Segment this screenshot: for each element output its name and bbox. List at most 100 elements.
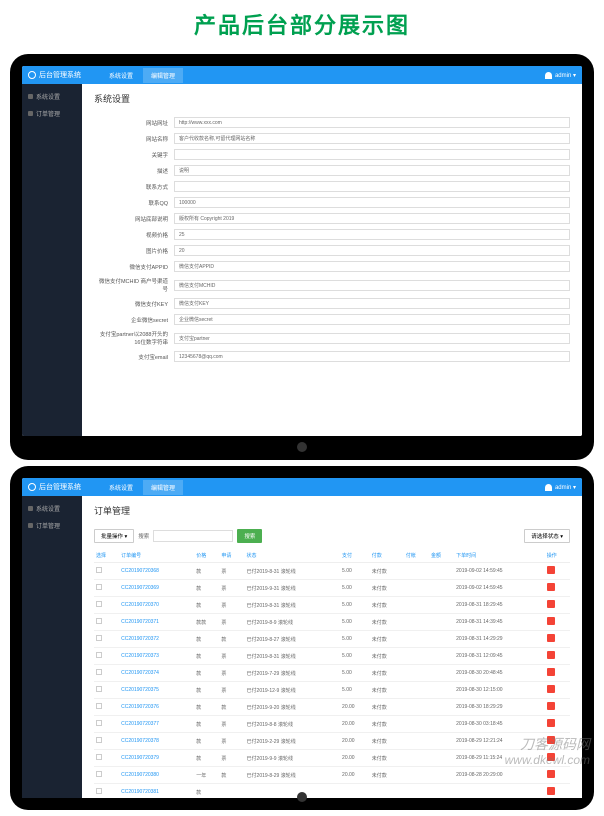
form-row: 图片价格 [94,245,570,256]
order-number-link[interactable]: CC20190720377 [121,721,159,727]
order-number-link[interactable]: CC20190720373 [121,653,159,659]
form-input[interactable] [174,351,570,362]
row-checkbox[interactable] [96,584,102,590]
order-number-link[interactable]: CC20190720370 [121,602,159,608]
cell-status: 已付2019-9-20 滚轮线 [245,699,341,716]
bulk-action-dropdown[interactable]: 批量操作 ▾ [94,529,134,543]
form-input[interactable] [174,149,570,160]
form-input[interactable] [174,213,570,224]
form-input[interactable] [174,197,570,208]
header-tabs: 系统设置 编辑管理 [101,68,183,83]
form-input[interactable] [174,165,570,176]
delete-button[interactable] [547,787,555,795]
cell-paystatus: 未付款 [370,631,404,648]
form-input[interactable] [174,314,570,325]
delete-button[interactable] [547,668,555,676]
form-row: 微信支付MCHID 商户号渠道号 [94,277,570,293]
row-checkbox[interactable] [96,601,102,607]
form-input[interactable] [174,117,570,128]
order-number-link[interactable]: CC20190720380 [121,772,159,778]
search-input[interactable] [153,530,233,542]
tab-edit[interactable]: 编辑管理 [143,480,183,495]
order-number-link[interactable]: CC20190720374 [121,670,159,676]
form-input[interactable] [174,280,570,291]
form-label: 网站名称 [94,135,174,143]
sidebar-item-system[interactable]: 系统设置 [22,88,82,105]
row-checkbox[interactable] [96,635,102,641]
delete-button[interactable] [547,600,555,608]
cell-pay: 5.00 [340,631,370,648]
tab-system[interactable]: 系统设置 [101,480,141,495]
form-input[interactable] [174,261,570,272]
cell-pay: 20.00 [340,733,370,750]
row-checkbox[interactable] [96,686,102,692]
sidebar-item-orders[interactable]: 订单管理 [22,105,82,122]
row-checkbox[interactable] [96,703,102,709]
column-header[interactable]: 价格 [194,549,219,563]
delete-button[interactable] [547,753,555,761]
column-header[interactable]: 付款 [370,549,404,563]
delete-button[interactable] [547,719,555,727]
cell-time: 2019-09-02 14:59:45 [454,580,545,597]
column-header[interactable]: 申请 [219,549,244,563]
user-label: admin ▾ [555,72,576,79]
cell-acct [404,665,429,682]
status-filter-dropdown[interactable]: 请选择状态 ▾ [524,529,570,543]
row-checkbox[interactable] [96,754,102,760]
user-menu[interactable]: admin ▾ [545,484,576,491]
column-header[interactable]: 状态 [245,549,341,563]
order-number-link[interactable]: CC20190720375 [121,687,159,693]
cell-status: 已付2019-9-9 滚轮线 [245,750,341,767]
sidebar: 系统设置 订单管理 [22,496,82,798]
order-number-link[interactable]: CC20190720369 [121,585,159,591]
row-checkbox[interactable] [96,737,102,743]
row-checkbox[interactable] [96,652,102,658]
cell-acct [404,648,429,665]
tab-system[interactable]: 系统设置 [101,68,141,83]
cell-paystatus [370,784,404,799]
row-checkbox[interactable] [96,720,102,726]
column-header[interactable]: 操作 [545,549,570,563]
form-input[interactable] [174,181,570,192]
order-number-link[interactable]: CC20190720378 [121,738,159,744]
tab-edit[interactable]: 编辑管理 [143,68,183,83]
sidebar-item-system[interactable]: 系统设置 [22,500,82,517]
app-logo[interactable]: 后台管理系统 [28,482,81,492]
row-checkbox[interactable] [96,788,102,794]
column-header[interactable]: 下单时间 [454,549,545,563]
form-input[interactable] [174,245,570,256]
column-header[interactable]: 付帐 [404,549,429,563]
row-checkbox[interactable] [96,567,102,573]
delete-button[interactable] [547,685,555,693]
cell-acct [404,580,429,597]
row-checkbox[interactable] [96,618,102,624]
order-number-link[interactable]: CC20190720376 [121,704,159,710]
column-header[interactable]: 支付 [340,549,370,563]
delete-button[interactable] [547,736,555,744]
form-input[interactable] [174,229,570,240]
delete-button[interactable] [547,634,555,642]
cell-time: 2019-08-31 18:29:45 [454,597,545,614]
column-header[interactable]: 金额 [429,549,454,563]
form-input[interactable] [174,133,570,144]
order-number-link[interactable]: CC20190720379 [121,755,159,761]
search-button[interactable]: 搜索 [237,529,262,543]
sidebar-item-orders[interactable]: 订单管理 [22,517,82,534]
order-number-link[interactable]: CC20190720371 [121,619,159,625]
form-input[interactable] [174,333,570,344]
order-number-link[interactable]: CC20190720381 [121,789,159,795]
delete-button[interactable] [547,583,555,591]
column-header[interactable]: 选择 [94,549,119,563]
delete-button[interactable] [547,617,555,625]
column-header[interactable]: 订单编号 [119,549,194,563]
delete-button[interactable] [547,702,555,710]
app-logo[interactable]: 后台管理系统 [28,70,81,80]
row-checkbox[interactable] [96,669,102,675]
order-number-link[interactable]: CC20190720368 [121,568,159,574]
form-input[interactable] [174,298,570,309]
order-number-link[interactable]: CC20190720372 [121,636,159,642]
row-checkbox[interactable] [96,771,102,777]
delete-button[interactable] [547,651,555,659]
delete-button[interactable] [547,566,555,574]
user-menu[interactable]: admin ▾ [545,72,576,79]
